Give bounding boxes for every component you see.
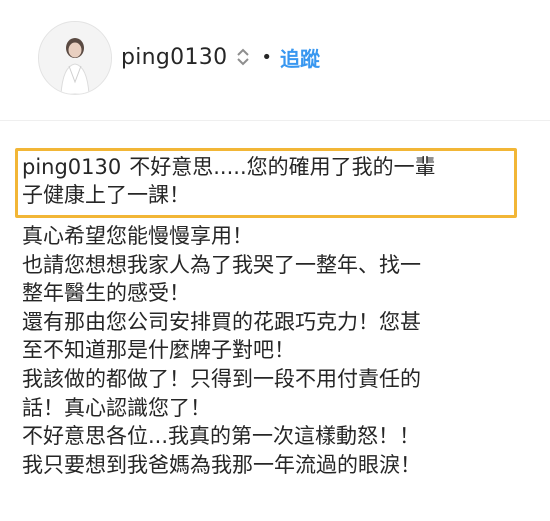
username-row: ping0130 • 追蹤: [121, 40, 320, 74]
comment-line-text: 不好意思.....您的確用了我的一輩: [129, 155, 436, 179]
profile-username[interactable]: ping0130: [121, 45, 227, 70]
comment-line: 至不知道那是什麼牌子對吧！: [22, 338, 295, 363]
updown-chevron-icon[interactable]: [235, 46, 251, 68]
comment-line: 話！真心認識您了！: [22, 395, 211, 420]
separator-dot: •: [261, 46, 272, 68]
comment-username[interactable]: ping0130: [22, 155, 121, 179]
post-header: ping0130 • 追蹤: [0, 0, 550, 121]
follow-button[interactable]: 追蹤: [280, 43, 320, 72]
comment-body: 真心希望您能慢慢享用！ 也請您想想我家人為了我哭了一整年、找一 整年醫生的感受！…: [22, 222, 542, 479]
comment-line: 還有那由您公司安排買的花跟巧克力！您甚: [22, 309, 421, 334]
comment-line: 我該做的都做了！只得到一段不用付責任的: [22, 366, 421, 391]
comment-line: 子健康上了一課！: [22, 183, 190, 207]
avatar[interactable]: [38, 21, 112, 95]
comment-line: 整年醫生的感受！: [22, 281, 190, 306]
highlighted-comment: ping0130 不好意思.....您的確用了我的一輩 子健康上了一課！: [22, 153, 514, 209]
comment-line: 真心希望您能慢慢享用！: [22, 224, 253, 248]
comment-line: 也請您想想我家人為了我哭了一整年、找一: [22, 252, 421, 277]
comment-line: ping0130 不好意思.....您的確用了我的一輩: [22, 153, 514, 181]
comment-line: 不好意思各位...我真的第一次這樣動怒！！: [22, 424, 421, 449]
comment-line: 我只要想到我爸媽為我那一年流過的眼淚！: [22, 452, 421, 477]
avatar-image: [39, 22, 111, 94]
